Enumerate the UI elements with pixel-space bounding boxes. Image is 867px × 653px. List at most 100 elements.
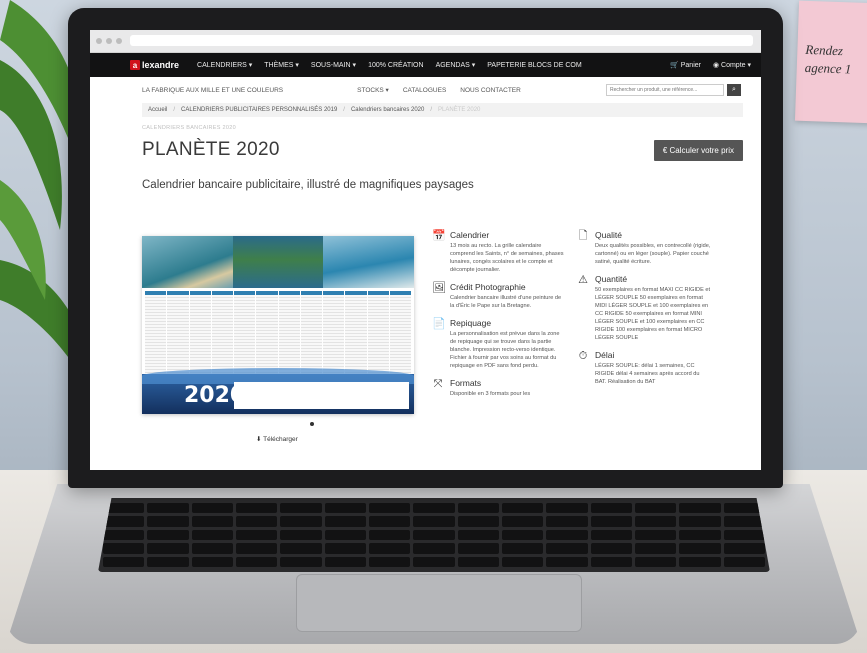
account-link[interactable]: ◉ Compte ▾: [713, 61, 751, 69]
calendar-month-column: [300, 291, 322, 375]
features-column-right: 🗋 Qualité Deux qualités possibles, en cont…: [577, 230, 712, 394]
keyboard-key: [147, 503, 189, 514]
site-logo[interactable]: a lexandre: [130, 60, 179, 70]
keyboard-key: [324, 529, 366, 541]
carousel-dot[interactable]: [310, 422, 314, 426]
keyboard-key: [103, 516, 145, 527]
browser-toolbar: [90, 30, 761, 53]
pdf-icon: 📄: [432, 318, 446, 330]
cart-link[interactable]: 🛒 Panier: [670, 61, 701, 69]
keyboard-key: [324, 503, 366, 514]
download-link[interactable]: ⬇ Télécharger: [256, 435, 298, 443]
feature-title: Délai: [595, 350, 615, 360]
keyboard-key: [368, 503, 411, 514]
keyboard-key: [413, 503, 455, 514]
feature-text: 13 mois au recto. La grille calendaire c…: [450, 243, 564, 273]
keyboard-key: [590, 543, 632, 554]
nav-papeterie[interactable]: PAPETERIE BLOCS DE COM: [487, 62, 581, 69]
keyboard-key: [413, 516, 455, 527]
keyboard-key: [103, 543, 145, 554]
site-tagline: LA FABRIQUE AUX MILLE ET UNE COULEURS: [142, 86, 284, 94]
subnav-stocks[interactable]: STOCKS ▾: [357, 86, 389, 94]
feature-text: 50 exemplaires en format MAXI CC RIGIDE …: [595, 287, 711, 341]
keyboard-key: [103, 529, 145, 541]
feature-item: ⤧ Formats Disponible en 3 formats pour les: [432, 378, 567, 398]
keyboard-key: [368, 556, 411, 567]
keyboard-key: [723, 543, 765, 554]
window-controls[interactable]: [96, 38, 122, 44]
keyboard-key: [413, 543, 455, 554]
keyboard-key: [679, 529, 721, 541]
site-navbar: a lexandre CALENDRIERS ▾ THÈMES ▾ SOUS-MA…: [90, 53, 761, 77]
keyboard-key: [634, 543, 677, 554]
product-image[interactable]: 2020: [142, 236, 414, 414]
feature-item: 🗋 Qualité Deux qualités possibles, en cont…: [577, 230, 712, 266]
keyboard-key: [235, 516, 278, 527]
imprint-zone: [234, 382, 409, 409]
nav-sous-main[interactable]: SOUS-MAIN ▾: [311, 61, 356, 69]
subnav-catalogues[interactable]: CATALOGUES: [403, 87, 446, 94]
breadcrumb: Accueil / CALENDRIERS PUBLICITAIRES PERS…: [142, 103, 743, 117]
keyboard-key: [280, 503, 322, 514]
keyboard-key: [457, 516, 499, 527]
search-input[interactable]: [606, 84, 724, 96]
nav-calendriers[interactable]: CALENDRIERS ▾: [197, 61, 252, 69]
keyboard-key: [324, 516, 366, 527]
keyboard-key: [546, 516, 588, 527]
laptop-trackpad[interactable]: [296, 574, 582, 632]
keyboard-key: [235, 529, 278, 541]
calendar-photo: [323, 236, 414, 288]
keyboard-key: [147, 529, 189, 541]
keyboard-key: [235, 543, 278, 554]
features-column-left: 📅 Calendrier 13 mois au recto. La grille c…: [432, 230, 567, 406]
feature-title: Quantité: [595, 274, 628, 284]
feature-title: Qualité: [595, 230, 622, 240]
expand-icon: ⤧: [433, 378, 443, 390]
keyboard-key: [191, 529, 233, 541]
calculate-price-button[interactable]: € Calculer votre prix: [653, 139, 743, 161]
nav-agendas[interactable]: AGENDAS ▾: [436, 61, 476, 69]
keyboard-key: [147, 516, 189, 527]
feature-title: Crédit Photographie: [450, 282, 526, 292]
keyboard-key: [191, 516, 233, 527]
keyboard-key: [546, 503, 588, 514]
nav-creation[interactable]: 100% CRÉATION: [368, 62, 424, 69]
calendar-month-column: [367, 291, 389, 375]
feature-text: La personnalisation est prévue dans la z…: [450, 331, 560, 369]
keyboard-key: [679, 556, 721, 567]
keyboard-key: [546, 556, 588, 567]
keyboard-key: [413, 529, 455, 541]
cart-icon: 🛒: [670, 62, 679, 69]
keyboard-key: [590, 529, 632, 541]
keyboard-key: [723, 516, 765, 527]
clock-icon: ⏱: [578, 350, 588, 362]
keyboard-key: [723, 529, 765, 541]
feature-item: ⏱ Délai LÉGER SOUPLE: délai 1 semaines, CC…: [577, 350, 712, 386]
document-icon: 🗋: [578, 230, 588, 242]
keyboard-key: [457, 529, 499, 541]
keyboard-key: [590, 516, 632, 527]
breadcrumb-bancaires[interactable]: Calendriers bancaires 2020: [351, 107, 424, 113]
nav-themes[interactable]: THÈMES ▾: [264, 61, 299, 69]
keyboard-key: [235, 503, 278, 514]
calendar-photo: [232, 236, 324, 288]
calendar-month-column: [389, 291, 411, 375]
keyboard-key: [191, 556, 233, 567]
keyboard-key: [590, 556, 632, 567]
keyboard-key: [501, 556, 544, 567]
image-icon: 🖼: [432, 282, 446, 294]
search-button[interactable]: ⌕: [727, 84, 741, 96]
breadcrumb-calendriers[interactable]: CALENDRIERS PUBLICITAIRES PERSONNALISÉS …: [181, 107, 337, 113]
feature-title: Formats: [450, 378, 482, 388]
sticky-note: Rendez agence 1: [794, 0, 867, 124]
keyboard-key: [103, 556, 145, 567]
feature-title: Repiquage: [450, 318, 492, 328]
keyboard-key: [280, 516, 322, 527]
breadcrumb-home[interactable]: Accueil: [148, 107, 167, 113]
product-subtitle: Calendrier bancaire publicitaire, illust…: [142, 179, 474, 191]
subnav-contact[interactable]: NOUS CONTACTER: [460, 87, 521, 94]
calendar-month-column: [145, 291, 167, 375]
keyboard-key: [501, 529, 544, 541]
calendar-month-column: [189, 291, 211, 375]
address-bar[interactable]: [130, 35, 753, 46]
